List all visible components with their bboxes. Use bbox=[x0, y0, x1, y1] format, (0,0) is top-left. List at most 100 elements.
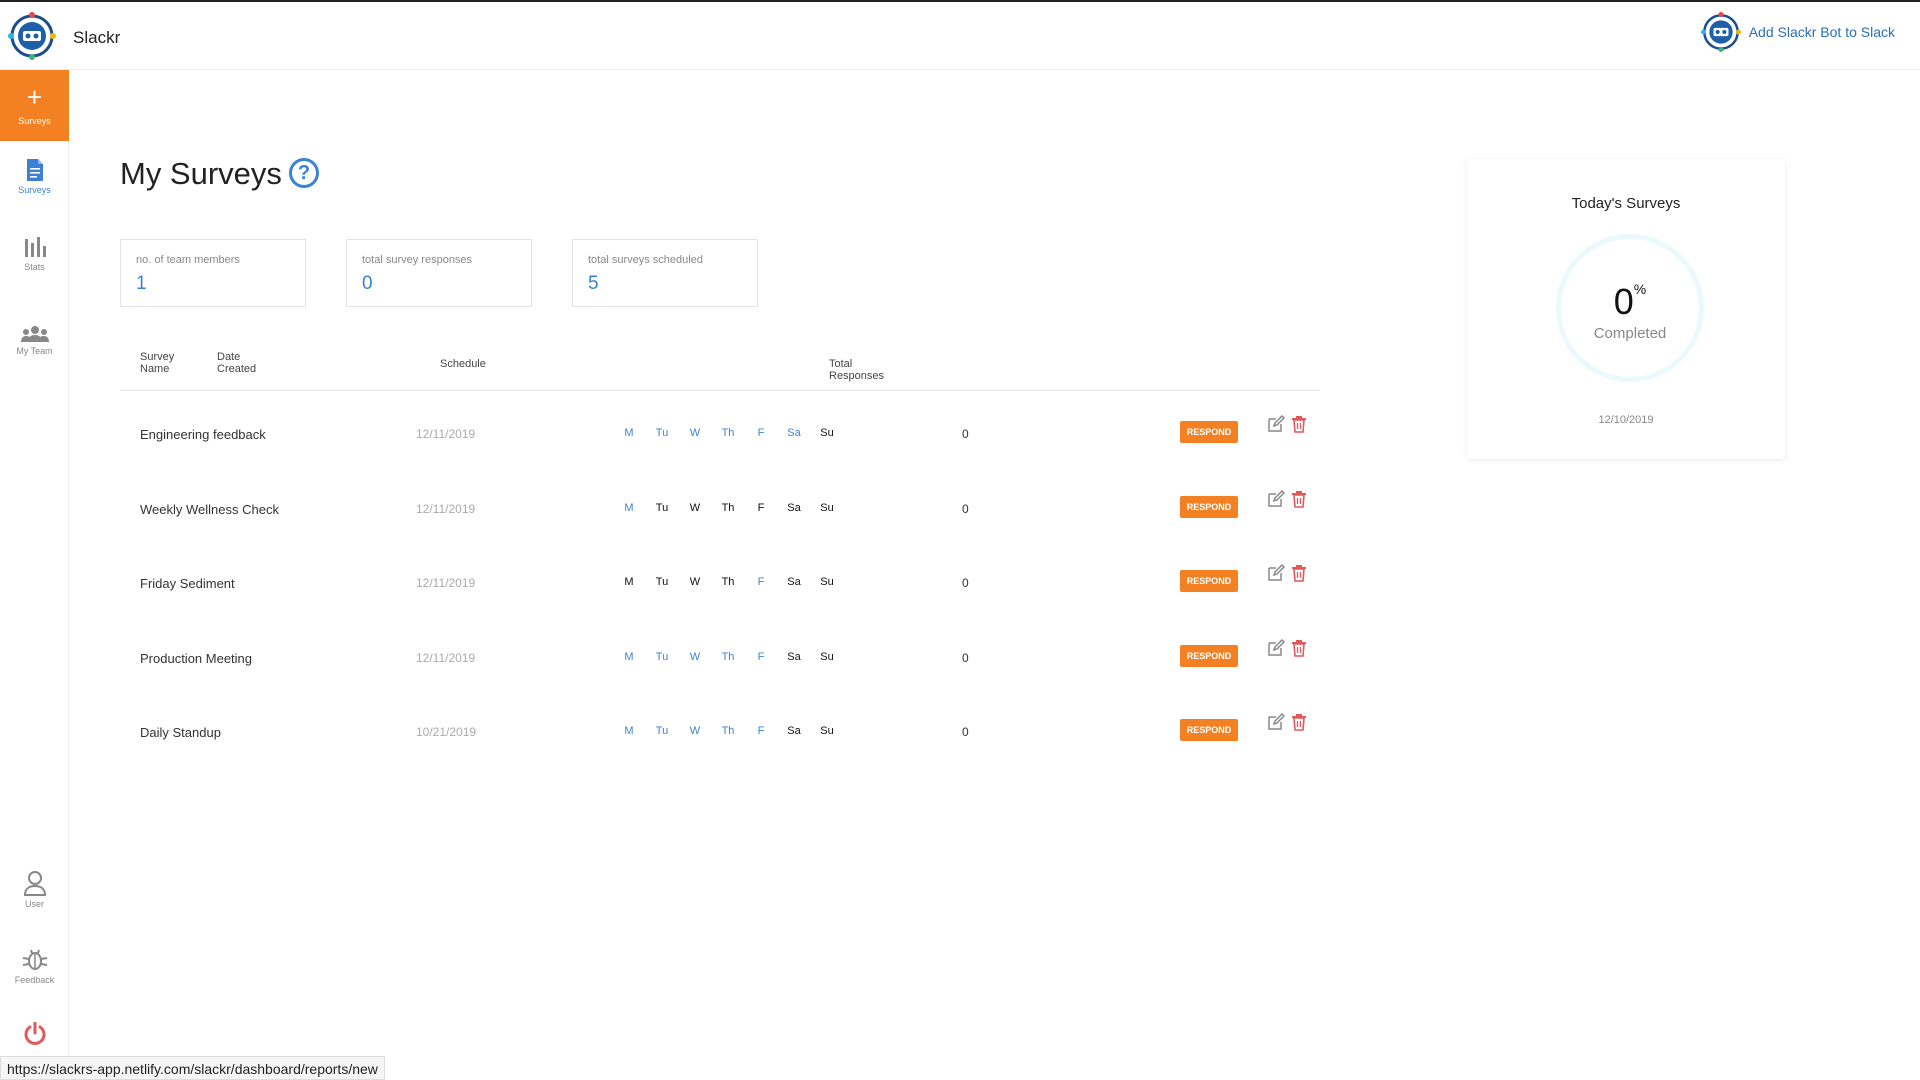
new-survey-button[interactable]: + Surveys bbox=[0, 70, 69, 141]
sidebar-item-label: Stats bbox=[24, 262, 45, 272]
schedule-day: W bbox=[689, 427, 701, 439]
respond-button[interactable]: RESPOND bbox=[1180, 645, 1238, 667]
schedule-day: F bbox=[757, 651, 765, 663]
app-title: Slackr bbox=[73, 28, 121, 47]
document-icon bbox=[26, 159, 43, 181]
logout-button[interactable] bbox=[0, 1022, 69, 1046]
stat-value: 0 bbox=[362, 273, 373, 294]
schedule-day: W bbox=[689, 725, 701, 737]
add-slackr-bot-button[interactable]: Add Slackr Bot to Slack bbox=[1700, 12, 1895, 52]
table-row[interactable]: Weekly Wellness Check 12/11/2019 M Tu W Th F Sa… bbox=[120, 490, 1320, 530]
table-row[interactable]: Engineering feedback 12/11/2019 M Tu W Th F Sa S… bbox=[120, 415, 1320, 455]
schedule-day: Sa bbox=[787, 725, 801, 737]
slackr-logo-icon[interactable] bbox=[8, 12, 56, 60]
total-responses: 0 bbox=[962, 427, 969, 441]
status-bar-url: https://slackrs-app.netlify.com/slackr/d… bbox=[0, 1056, 385, 1080]
total-responses: 0 bbox=[962, 576, 969, 590]
edit-icon[interactable] bbox=[1267, 713, 1285, 731]
delete-icon[interactable] bbox=[1291, 713, 1307, 731]
sidebar-item-label: User bbox=[24, 899, 44, 909]
card-title: Today's Surveys bbox=[1571, 195, 1681, 212]
table-row[interactable]: Production Meeting 12/11/2019 M Tu W Th F Sa Su 0… bbox=[120, 639, 1320, 679]
edit-icon[interactable] bbox=[1267, 639, 1285, 657]
survey-date-created: 12/11/2019 bbox=[416, 576, 476, 590]
stat-label: no. of team members bbox=[136, 254, 240, 266]
schedule-day: Sa bbox=[787, 427, 801, 439]
delete-icon[interactable] bbox=[1291, 415, 1307, 433]
sidebar-item-label: My Team bbox=[16, 346, 53, 356]
schedule-day: Th bbox=[721, 576, 735, 588]
total-responses: 0 bbox=[962, 725, 969, 739]
survey-name[interactable]: Friday Sediment bbox=[140, 576, 235, 591]
survey-name[interactable]: Engineering feedback bbox=[140, 427, 266, 442]
completion-percent: 0% bbox=[1561, 281, 1699, 323]
column-header-total-responses[interactable]: Total Responses bbox=[829, 358, 884, 382]
sidebar-item-user[interactable]: User bbox=[0, 870, 69, 909]
schedule-day: Tu bbox=[655, 651, 669, 663]
schedule-day: Tu bbox=[655, 502, 669, 514]
schedule-day: Su bbox=[820, 725, 834, 737]
respond-button[interactable]: RESPOND bbox=[1180, 570, 1238, 592]
team-icon bbox=[20, 326, 49, 342]
user-icon bbox=[23, 871, 46, 896]
survey-date-created: 12/11/2019 bbox=[416, 651, 476, 665]
stat-value: 1 bbox=[136, 273, 147, 294]
slackr-bot-icon bbox=[1700, 12, 1741, 52]
sidebar-item-surveys[interactable]: Surveys bbox=[0, 158, 69, 195]
survey-name[interactable]: Daily Standup bbox=[140, 725, 221, 740]
column-header-date-created[interactable]: Date Created bbox=[217, 351, 256, 375]
sidebar-item-my-team[interactable]: My Team bbox=[0, 325, 69, 356]
schedule-day: Th bbox=[721, 651, 735, 663]
schedule-day: F bbox=[757, 725, 765, 737]
edit-icon[interactable] bbox=[1267, 564, 1285, 582]
delete-icon[interactable] bbox=[1291, 564, 1307, 582]
schedule-day: Th bbox=[721, 502, 735, 514]
sidebar-item-label: Surveys bbox=[18, 185, 51, 195]
respond-button[interactable]: RESPOND bbox=[1180, 421, 1238, 443]
survey-name[interactable]: Production Meeting bbox=[140, 651, 252, 666]
table-row[interactable]: Friday Sediment 12/11/2019 M Tu W Th F Sa Su 0 RES… bbox=[120, 564, 1320, 604]
page-title: My Surveys bbox=[120, 156, 282, 191]
total-responses: 0 bbox=[962, 651, 969, 665]
edit-icon[interactable] bbox=[1267, 415, 1285, 433]
bug-icon bbox=[22, 949, 47, 970]
percent-value: 0 bbox=[1613, 281, 1634, 322]
column-header-survey-name[interactable]: Survey Name bbox=[140, 351, 174, 375]
respond-button[interactable]: RESPOND bbox=[1180, 496, 1238, 518]
header-line-2: Created bbox=[217, 363, 257, 375]
schedule-day: Tu bbox=[655, 725, 669, 737]
schedule-day: Sa bbox=[787, 651, 801, 663]
edit-icon[interactable] bbox=[1267, 490, 1285, 508]
delete-icon[interactable] bbox=[1291, 490, 1307, 508]
survey-date-created: 12/11/2019 bbox=[416, 427, 476, 441]
delete-icon[interactable] bbox=[1291, 639, 1307, 657]
schedule-day: Sa bbox=[787, 576, 801, 588]
respond-button[interactable]: RESPOND bbox=[1180, 719, 1238, 741]
column-header-schedule[interactable]: Schedule bbox=[440, 358, 486, 370]
table-row[interactable]: Daily Standup 10/21/2019 M Tu W Th F Sa Su 0 RESPO… bbox=[120, 713, 1320, 753]
stat-team-members: no. of team members 1 bbox=[120, 239, 306, 307]
completed-label: Completed bbox=[1593, 325, 1667, 342]
stat-value: 5 bbox=[588, 273, 599, 294]
sidebar-item-stats[interactable]: Stats bbox=[0, 235, 69, 272]
schedule-day: F bbox=[757, 502, 765, 514]
schedule-day: F bbox=[757, 427, 765, 439]
schedule-day: M bbox=[624, 651, 634, 663]
card-date: 12/10/2019 bbox=[1598, 414, 1654, 426]
schedule-day: Su bbox=[820, 651, 834, 663]
sidebar-item-feedback[interactable]: Feedback bbox=[0, 946, 69, 985]
schedule-day: Su bbox=[820, 427, 834, 439]
sidebar: + Surveys Surveys Stats My Team User Fee… bbox=[0, 70, 69, 1080]
schedule-day: Th bbox=[721, 725, 735, 737]
power-icon bbox=[24, 1022, 45, 1045]
add-bot-label: Add Slackr Bot to Slack bbox=[1748, 24, 1895, 40]
schedule-day: Th bbox=[721, 427, 735, 439]
survey-name[interactable]: Weekly Wellness Check bbox=[140, 502, 279, 517]
bar-chart-icon bbox=[24, 237, 46, 257]
help-icon[interactable]: ? bbox=[289, 158, 319, 188]
schedule-day: W bbox=[689, 502, 701, 514]
schedule-day: M bbox=[624, 427, 634, 439]
schedule-day: W bbox=[689, 651, 701, 663]
top-bar: Slackr Add Slackr Bot to Slack bbox=[0, 0, 1920, 70]
schedule-day: Tu bbox=[655, 427, 669, 439]
